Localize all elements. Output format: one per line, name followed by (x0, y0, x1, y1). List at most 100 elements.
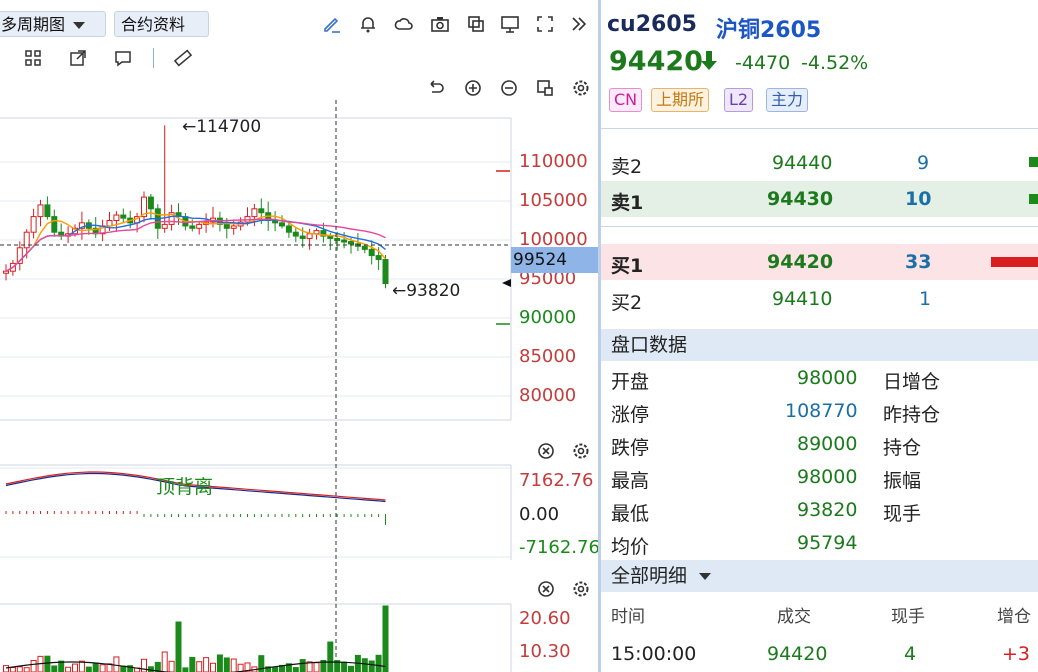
volume-bar (72, 663, 78, 672)
grid-icon[interactable] (22, 47, 44, 69)
separator (601, 226, 1038, 227)
close-icon[interactable] (535, 440, 557, 462)
bell-icon[interactable] (357, 13, 379, 35)
volume-bar (299, 659, 306, 672)
settings-icon[interactable] (570, 578, 592, 600)
md-label: 持仓 (883, 437, 922, 459)
orderbook-row[interactable]: 卖1 94430 10 (601, 181, 1038, 217)
fullscreen-icon[interactable] (534, 13, 556, 35)
candle-body (37, 204, 44, 218)
ask-label: 卖2 (611, 156, 643, 178)
badge-l2: L2 (724, 88, 754, 112)
layout-icon[interactable] (534, 77, 556, 99)
cloud-icon[interactable] (393, 13, 415, 35)
md-value: 98000 (797, 367, 858, 389)
volume-bar (168, 660, 175, 672)
candle-body (285, 225, 292, 233)
zoom-out-icon[interactable] (498, 77, 520, 99)
candle-body (161, 223, 168, 229)
market-data-header[interactable]: 盘口数据 (601, 329, 1038, 361)
price-change: -4470 (735, 52, 791, 74)
md-label: 跌停 (611, 437, 650, 459)
candle-body (189, 225, 196, 229)
bid-volume-bar (991, 257, 1038, 267)
macd-tick: 0.00 (519, 504, 560, 525)
section-title: 盘口数据 (611, 334, 688, 356)
volume-bar (327, 641, 334, 672)
detail-header[interactable]: 全部明细 (601, 560, 1038, 592)
volume-bar (161, 651, 168, 672)
price-tick: 85000 (519, 346, 577, 367)
volume-bar (16, 666, 23, 672)
crosshair-price-label: 99524 (511, 247, 598, 273)
kline-chart[interactable] (0, 0, 598, 672)
orderbook-row[interactable]: 买1 94420 33 (601, 244, 1038, 280)
candle-body (251, 208, 258, 218)
monitor-icon[interactable] (499, 13, 521, 35)
candle-body (51, 216, 58, 233)
orderbook-row[interactable]: 买2 94410 1 (601, 281, 1038, 317)
copy-icon[interactable] (465, 13, 487, 35)
volume-bar (210, 662, 216, 672)
volume-bar (203, 657, 210, 672)
price-tick: 80000 (519, 385, 577, 406)
candle-body (113, 214, 120, 221)
double-chevron-right-icon[interactable] (568, 13, 590, 35)
volume-bar (92, 662, 99, 672)
candle-body (382, 259, 389, 285)
low-annotation: ←93820 (392, 281, 461, 301)
candle-body (327, 235, 334, 239)
ruler-icon[interactable] (172, 47, 194, 69)
ask-label: 卖1 (611, 192, 644, 214)
candle-body (106, 220, 113, 227)
moving-average-line (5, 218, 386, 272)
candle-body (223, 223, 230, 229)
external-link-icon[interactable] (67, 47, 89, 69)
pencil-icon[interactable] (321, 13, 343, 35)
volume-bar (141, 658, 147, 672)
md-value: 98000 (797, 466, 858, 488)
camera-icon[interactable] (429, 13, 451, 35)
md-label: 昨持仓 (883, 404, 941, 426)
zoom-in-icon[interactable] (462, 77, 484, 99)
period-dropdown[interactable]: 多周期图 (0, 11, 106, 37)
candle-body (120, 214, 127, 219)
ask-volume-bar (1029, 157, 1038, 167)
ask-volume: 9 (917, 152, 930, 174)
contract-info-button[interactable]: 合约资料 (114, 11, 209, 37)
last-price: 94420 (609, 46, 703, 77)
volume-bar (99, 664, 106, 672)
settings-icon[interactable] (570, 440, 592, 462)
bid-label: 买2 (611, 292, 643, 314)
undo-icon[interactable] (425, 77, 447, 99)
md-value: 93820 (797, 499, 858, 521)
col-header-increase: 增仓 (997, 607, 1031, 627)
contract-name: 沪铜2605 (716, 18, 822, 43)
candle-body (3, 270, 9, 274)
md-label: 开盘 (611, 371, 650, 393)
vol-tick: 20.60 (519, 608, 571, 629)
volume-bar (292, 667, 299, 672)
candle-body (279, 222, 285, 227)
volume-bar (361, 658, 368, 672)
ask-volume: 10 (905, 188, 932, 210)
orderbook-row[interactable]: 卖2 94440 9 (601, 145, 1038, 181)
candle-body (306, 233, 313, 239)
md-label: 最低 (611, 503, 650, 525)
comment-icon[interactable] (112, 47, 134, 69)
chevron-down-icon[interactable] (699, 573, 712, 580)
candle-body (292, 231, 299, 237)
section-title: 全部明细 (611, 565, 688, 587)
arrow-down-icon (699, 50, 719, 76)
volume-bar (313, 662, 320, 672)
price-tick: 90000 (519, 307, 577, 328)
close-icon[interactable] (535, 578, 557, 600)
moving-average-line (5, 215, 386, 272)
candle-body (361, 245, 368, 250)
md-label: 涨停 (611, 404, 650, 426)
md-value: 108770 (785, 400, 858, 422)
volume-bar (272, 666, 279, 672)
candle-body (44, 204, 51, 218)
settings-icon[interactable] (570, 77, 592, 99)
detail-volume: 4 (904, 643, 917, 665)
